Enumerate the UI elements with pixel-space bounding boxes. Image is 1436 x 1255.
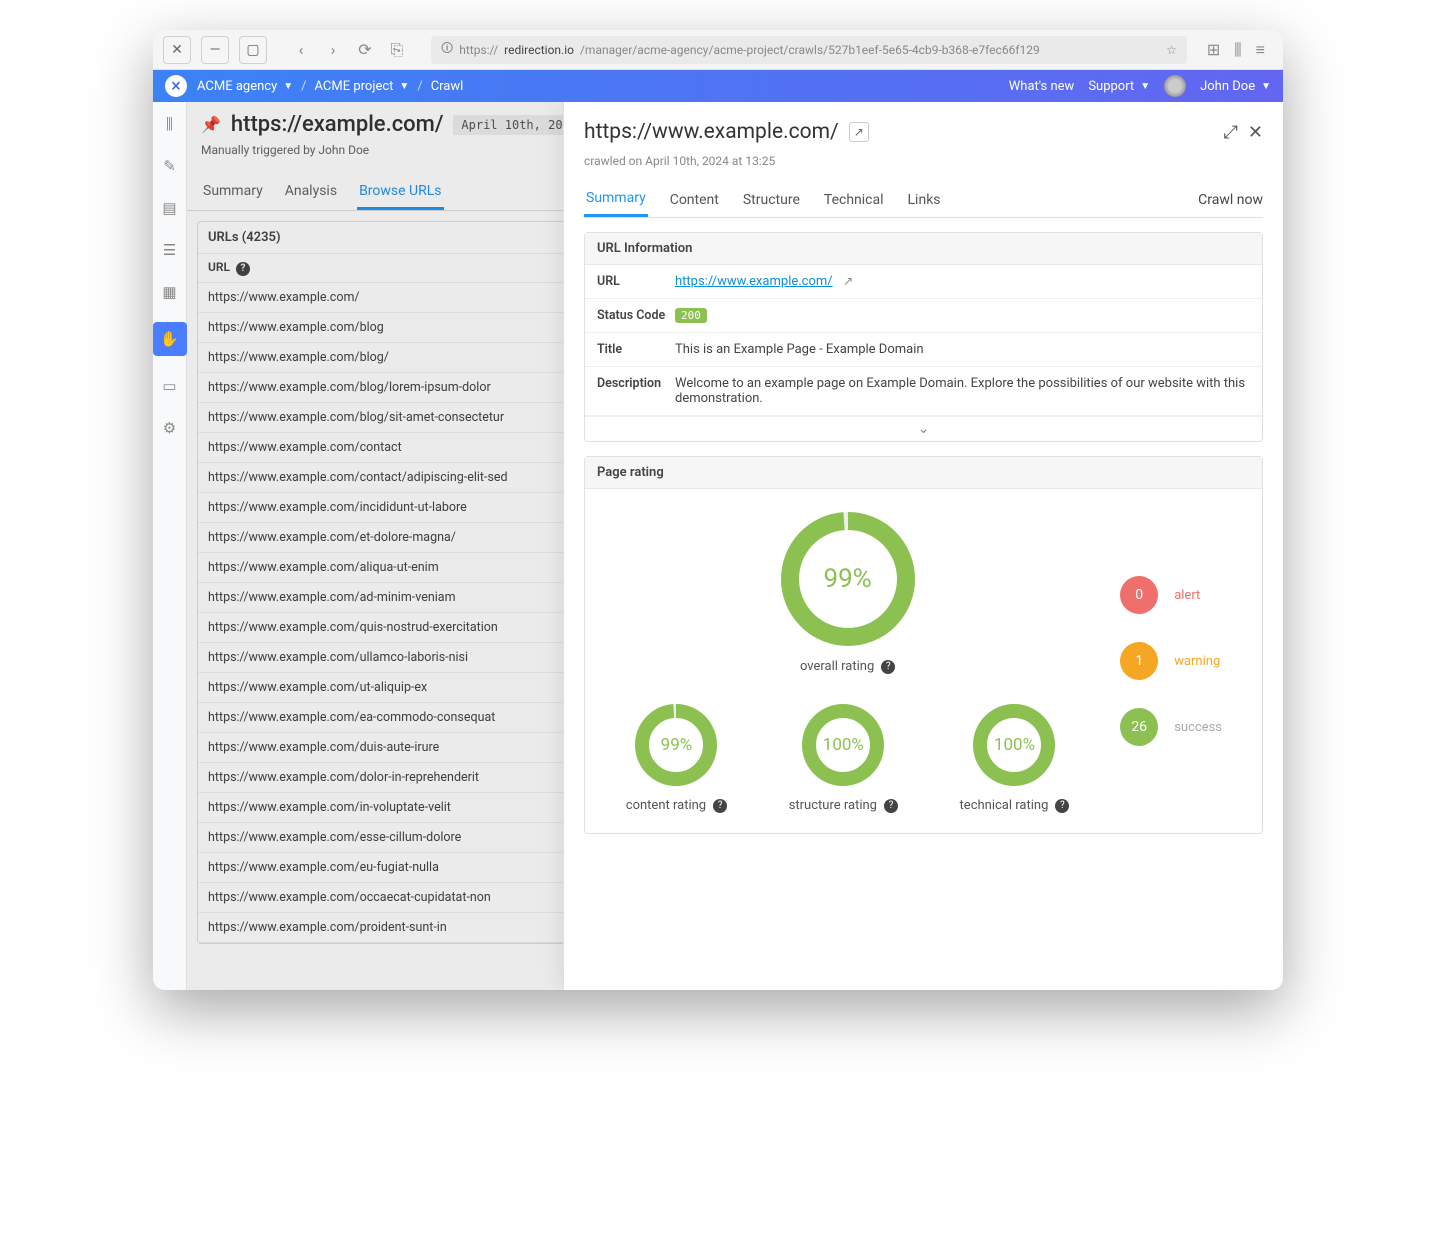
lock-icon: 🛈 [441, 39, 453, 60]
close-icon[interactable]: ✕ [1248, 122, 1263, 143]
crawled-on: crawled on April 10th, 2024 at 13:25 [584, 154, 1263, 168]
warning-count: 1 [1120, 642, 1158, 680]
label-description: Description [597, 376, 675, 406]
breadcrumb-agency[interactable]: ACME agency ▼ [197, 79, 293, 94]
drawer-title: https://www.example.com/ [584, 120, 839, 144]
tab-summary[interactable]: Summary [584, 182, 648, 217]
breadcrumb-section: Crawl [431, 79, 464, 94]
alert-label: alert [1174, 588, 1200, 603]
label-status: Status Code [597, 308, 675, 323]
url-link[interactable]: https://www.example.com/ [675, 274, 833, 289]
page-rating-panel: Page rating 99% overall rating? [584, 456, 1263, 834]
page-title: https://example.com/ [231, 112, 443, 137]
technical-rating-value: 100% [994, 735, 1035, 755]
content-rating-label: content rating [626, 798, 706, 813]
overall-rating-value: 99% [823, 564, 871, 594]
minimize-window-icon[interactable]: — [201, 36, 229, 64]
save-page-icon[interactable]: ⎘ [383, 36, 411, 64]
list-icon[interactable]: ☰ [158, 238, 182, 262]
value-description: Welcome to an example page on Example Do… [675, 376, 1250, 406]
gear-icon[interactable]: ⚙ [158, 416, 182, 440]
chevron-down-icon[interactable]: ⌄ [585, 416, 1262, 441]
structure-rating-value: 100% [823, 735, 864, 755]
help-icon[interactable]: ? [1055, 799, 1069, 813]
stats-icon[interactable]: ⫼ [158, 112, 182, 136]
menu-icon[interactable]: ≡ [1256, 40, 1265, 60]
reload-icon[interactable]: ⟳ [351, 36, 379, 64]
external-link-icon[interactable]: ↗ [839, 272, 857, 290]
avatar[interactable] [1164, 75, 1186, 97]
technical-rating-label: technical rating [960, 798, 1049, 813]
url-path: /manager/acme-agency/acme-project/crawls… [580, 43, 1040, 57]
label-title: Title [597, 342, 675, 357]
overall-rating-label: overall rating [800, 659, 874, 674]
user-menu[interactable]: John Doe ▼ [1200, 79, 1271, 94]
whats-new-link[interactable]: What's new [1009, 79, 1075, 94]
forward-icon[interactable]: › [319, 36, 347, 64]
crawl-icon[interactable]: ✋ [153, 322, 187, 356]
close-window-icon[interactable]: ✕ [163, 36, 191, 64]
value-title: This is an Example Page - Example Domain [675, 342, 1250, 357]
app-logo-icon[interactable]: ⨯ [165, 75, 187, 97]
caret-down-icon: ▼ [1261, 81, 1271, 92]
crawl-now-button[interactable]: Crawl now [1198, 192, 1263, 208]
structure-rating-donut: 100% [800, 702, 886, 788]
legend-warning: 1 warning [1120, 642, 1222, 680]
tab-browse-urls[interactable]: Browse URLs [357, 175, 443, 210]
app-window: ✕ — ▢ ‹ › ⟳ ⎘ 🛈 https:// redirection.io/m… [153, 30, 1283, 990]
library-icon[interactable]: ⫼ [1234, 40, 1241, 60]
tab-technical[interactable]: Technical [822, 184, 886, 216]
tab-analysis[interactable]: Analysis [283, 175, 339, 210]
legend-alert: 0 alert [1120, 576, 1222, 614]
content-rating-value: 99% [661, 735, 693, 755]
url-info-panel: URL Information URL https://www.example.… [584, 232, 1263, 442]
tab-structure[interactable]: Structure [741, 184, 802, 216]
panel-head-url-info: URL Information [585, 233, 1262, 265]
expand-icon[interactable]: ⤢ [1224, 122, 1238, 143]
url-prefix: https:// [459, 43, 498, 57]
maximize-window-icon[interactable]: ▢ [239, 36, 267, 64]
label-url: URL [597, 274, 675, 289]
success-count: 26 [1120, 708, 1158, 746]
help-icon[interactable]: ? [881, 660, 895, 674]
help-icon[interactable]: ? [713, 799, 727, 813]
url-domain: redirection.io [504, 43, 574, 57]
technical-rating-donut: 100% [971, 702, 1057, 788]
col-url[interactable]: URL [208, 260, 230, 274]
edit-icon[interactable]: ✎ [158, 154, 182, 178]
content-rating-donut: 99% [633, 702, 719, 788]
structure-rating-label: structure rating [789, 798, 877, 813]
tab-links[interactable]: Links [906, 184, 943, 216]
grid-icon[interactable]: ⊞ [1207, 40, 1220, 60]
caret-down-icon: ▼ [283, 81, 293, 92]
page-icon[interactable]: ▤ [158, 196, 182, 220]
legend-success: 26 success [1120, 708, 1222, 746]
alert-count: 0 [1120, 576, 1158, 614]
star-icon[interactable]: ☆ [1166, 43, 1177, 57]
back-icon[interactable]: ‹ [287, 36, 315, 64]
warning-label: warning [1174, 654, 1220, 669]
left-rail: ⫼ ✎ ▤ ☰ ▦ ✋ ▭ ⚙ [153, 102, 187, 990]
help-icon[interactable]: ? [236, 262, 250, 276]
caret-down-icon: ▼ [1140, 81, 1150, 92]
panel-head-page-rating: Page rating [585, 457, 1262, 489]
success-label: success [1174, 720, 1222, 735]
breadcrumb-project[interactable]: ACME project ▼ [315, 79, 410, 94]
external-link-icon[interactable]: ↗ [849, 122, 869, 142]
address-bar[interactable]: 🛈 https:// redirection.io/manager/acme-ag… [431, 36, 1187, 64]
caret-down-icon: ▼ [399, 81, 409, 92]
app-bar: ⨯ ACME agency ▼ / ACME project ▼ / Crawl… [153, 70, 1283, 102]
tab-summary[interactable]: Summary [201, 175, 265, 210]
tab-content[interactable]: Content [668, 184, 721, 216]
monitor-icon[interactable]: ▭ [158, 374, 182, 398]
pin-icon[interactable]: 📌 [201, 115, 221, 134]
support-link[interactable]: Support ▼ [1088, 79, 1150, 94]
overall-rating-donut: 99% [778, 509, 918, 649]
detail-drawer: https://www.example.com/ ↗ ⤢ ✕ crawled o… [563, 102, 1283, 990]
browser-chrome: ✕ — ▢ ‹ › ⟳ ⎘ 🛈 https:// redirection.io/m… [153, 30, 1283, 70]
status-badge: 200 [675, 308, 707, 323]
help-icon[interactable]: ? [884, 799, 898, 813]
db-icon[interactable]: ▦ [158, 280, 182, 304]
